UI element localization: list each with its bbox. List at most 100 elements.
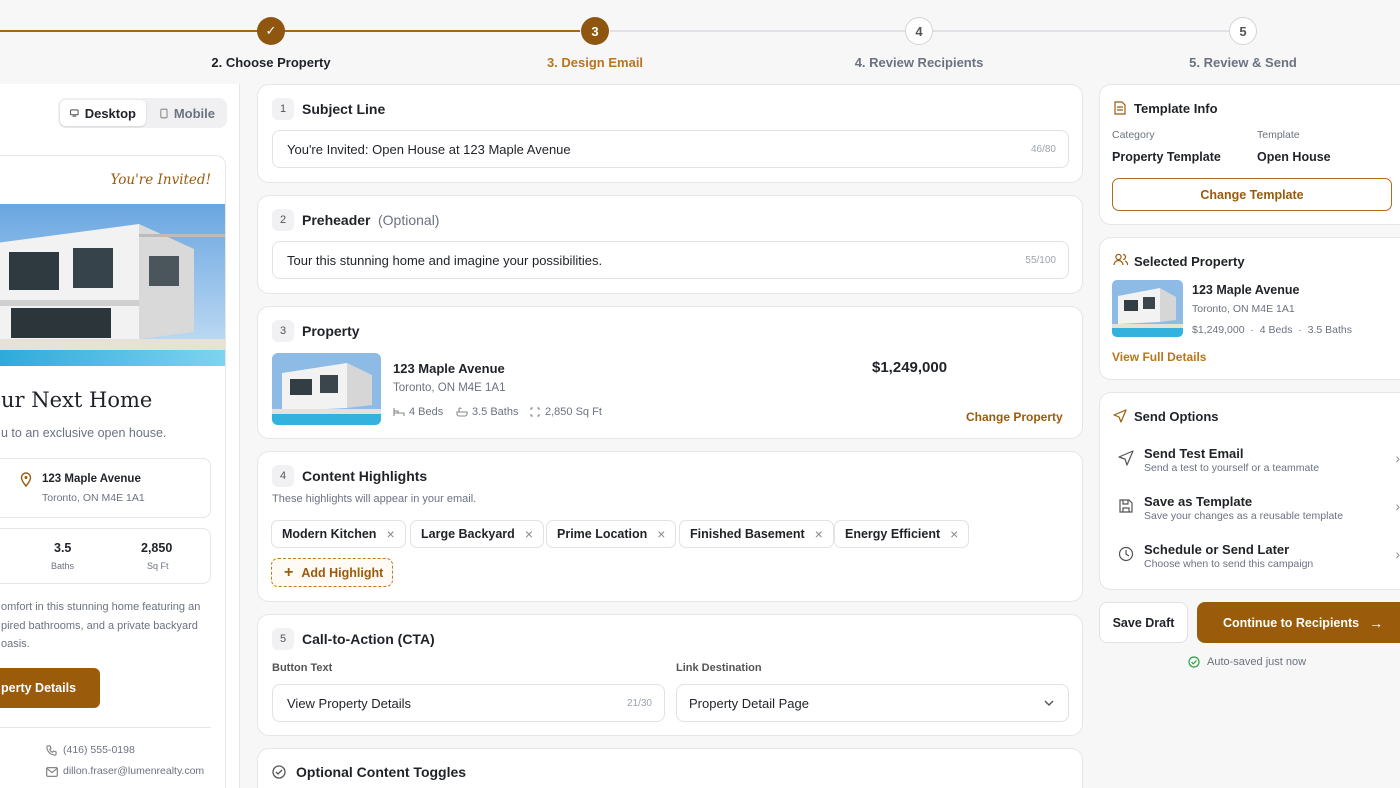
section-number-badge: 5 [272,628,294,650]
cta-title: Call-to-Action (CTA) [302,631,435,647]
property-title: Property [302,323,360,339]
property-thumbnail [272,353,381,425]
section-number-badge: 1 [272,98,294,120]
stat-sqft-label: Sq Ft [147,561,169,571]
email-preview: You're Invited! ur Next Home u to an exc… [0,155,226,788]
template-info-title: Template Info [1134,101,1218,116]
preheader-optional: (Optional) [378,212,440,228]
highlight-chip[interactable]: Modern Kitchen × [271,520,406,548]
check-icon: ✓ [265,23,277,38]
remove-chip-icon[interactable]: × [950,526,958,542]
step-5-circle[interactable]: 5 [1229,17,1257,45]
preview-body-2: pired bathrooms, and a private backyard [1,620,198,632]
property-sqft: 2,850 Sq Ft [545,406,602,418]
step-4-circle[interactable]: 4 [905,17,933,45]
selected-property-city: Toronto, ON M4E 1A1 [1192,303,1295,315]
property-name: 123 Maple Avenue [393,361,505,376]
save-as-template-option[interactable]: Save as Template Save your changes as a … [1114,494,1400,534]
preview-cta-button[interactable]: perty Details [0,668,100,708]
phone-icon [160,108,168,118]
link-destination-label: Link Destination [676,662,762,674]
paper-plane-icon [1118,450,1134,466]
bed-icon [393,408,405,416]
users-icon [1113,253,1128,266]
cta-section: 5 Call-to-Action (CTA) Button Text Link … [257,614,1083,736]
property-baths: 3.5 Baths [472,406,519,418]
send-options-card: Send Options Send Test Email Send a test… [1099,392,1400,590]
step-5-label[interactable]: 5. Review & Send [1143,55,1343,70]
selected-property-thumbnail [1112,280,1183,337]
remove-chip-icon[interactable]: × [657,526,665,542]
step-line-done [0,30,580,32]
plus-icon: + [284,563,294,581]
view-full-details-link[interactable]: View Full Details [1112,350,1206,364]
chevron-down-icon [1044,700,1054,706]
subject-counter: 46/80 [1030,143,1056,155]
highlight-chip[interactable]: Prime Location × [546,520,677,548]
property-city: Toronto, ON M4E 1A1 [393,382,506,394]
send-test-email-option[interactable]: Send Test Email Send a test to yourself … [1114,446,1400,486]
check-circle-icon [1188,656,1200,668]
check-circle-icon [272,765,286,779]
stat-baths-label: Baths [51,561,75,571]
preview-divider [0,727,211,728]
highlight-chip[interactable]: Finished Basement × [679,520,834,548]
preview-city: Toronto, ON M4E 1A1 [42,492,145,504]
stat-baths-value: 3.5 [54,541,72,555]
preview-address-card: 123 Maple Avenue Toronto, ON M4E 1A1 [0,458,211,518]
save-draft-button[interactable]: Save Draft [1099,602,1188,643]
template-value: Open House [1257,150,1331,164]
property-beds: 4 Beds [409,406,444,418]
remove-chip-icon[interactable]: × [815,526,823,542]
button-text-label: Button Text [272,662,333,674]
mobile-toggle-button[interactable]: Mobile [150,100,225,126]
preview-subline: u to an exclusive open house. [1,426,167,440]
button-text-counter: 21/30 [626,697,652,709]
chevron-right-icon: › [1395,498,1400,514]
clock-icon [1118,546,1134,562]
step-4-label[interactable]: 4. Review Recipients [819,55,1019,70]
selected-property-title: Selected Property [1134,254,1245,269]
preheader-input[interactable]: Tour this stunning home and imagine your… [272,241,1069,279]
highlight-chip[interactable]: Energy Efficient × [834,520,970,548]
phone-call-icon [46,745,57,756]
property-section: 3 Property 123 Maple Avenue Toronto, ON … [257,306,1083,439]
schedule-option[interactable]: Schedule or Send Later Choose when to se… [1114,542,1400,582]
highlights-title: Content Highlights [302,468,428,484]
preview-body-3: oasis. [1,638,30,650]
link-destination-select[interactable]: Property Detail Page [676,684,1069,722]
remove-chip-icon[interactable]: × [525,526,533,542]
preheader-title: Preheader [302,212,371,228]
selected-property-facts: $1,249,000 · 4 Beds · 3.5 Baths [1192,324,1353,336]
category-label: Category [1112,129,1155,141]
step-3-label[interactable]: 3. Design Email [495,55,695,70]
chevron-right-icon: › [1395,450,1400,466]
subject-input[interactable]: You're Invited: Open House at 123 Maple … [272,130,1069,168]
preview-body-1: omfort in this stunning home featuring a… [1,601,201,613]
continue-to-recipients-button[interactable]: Continue to Recipients → [1197,602,1400,643]
change-template-button[interactable]: Change Template [1112,178,1392,211]
arrow-right-icon: → [1369,614,1384,631]
step-2-circle[interactable]: ✓ [257,17,285,45]
add-highlight-button[interactable]: + Add Highlight [271,558,393,587]
remove-chip-icon[interactable]: × [386,526,394,542]
document-icon [1114,101,1126,115]
send-options-title: Send Options [1134,409,1219,424]
autosaved-status: Auto-saved just now [1207,656,1307,668]
preheader-counter: 55/100 [1025,254,1056,266]
button-text-input[interactable]: View Property Details 21/30 [272,684,665,722]
preheader-section: 2 Preheader (Optional) Tour this stunnin… [257,195,1083,294]
preview-headline: ur Next Home [1,388,153,412]
preview-address: 123 Maple Avenue [42,473,141,485]
highlight-chip[interactable]: Large Backyard × [410,520,544,548]
toggles-title: Optional Content Toggles [296,764,467,780]
chevron-right-icon: › [1395,546,1400,562]
step-2-label[interactable]: 2. Choose Property [171,55,371,70]
desktop-toggle-button[interactable]: Desktop [60,100,146,126]
step-3-circle[interactable]: 3 [581,17,609,45]
subject-title: Subject Line [302,101,386,117]
category-value: Property Template [1112,150,1221,164]
change-property-link[interactable]: Change Property [966,410,1063,424]
selected-property-name: 123 Maple Avenue [1192,283,1300,297]
mail-icon [46,767,58,777]
